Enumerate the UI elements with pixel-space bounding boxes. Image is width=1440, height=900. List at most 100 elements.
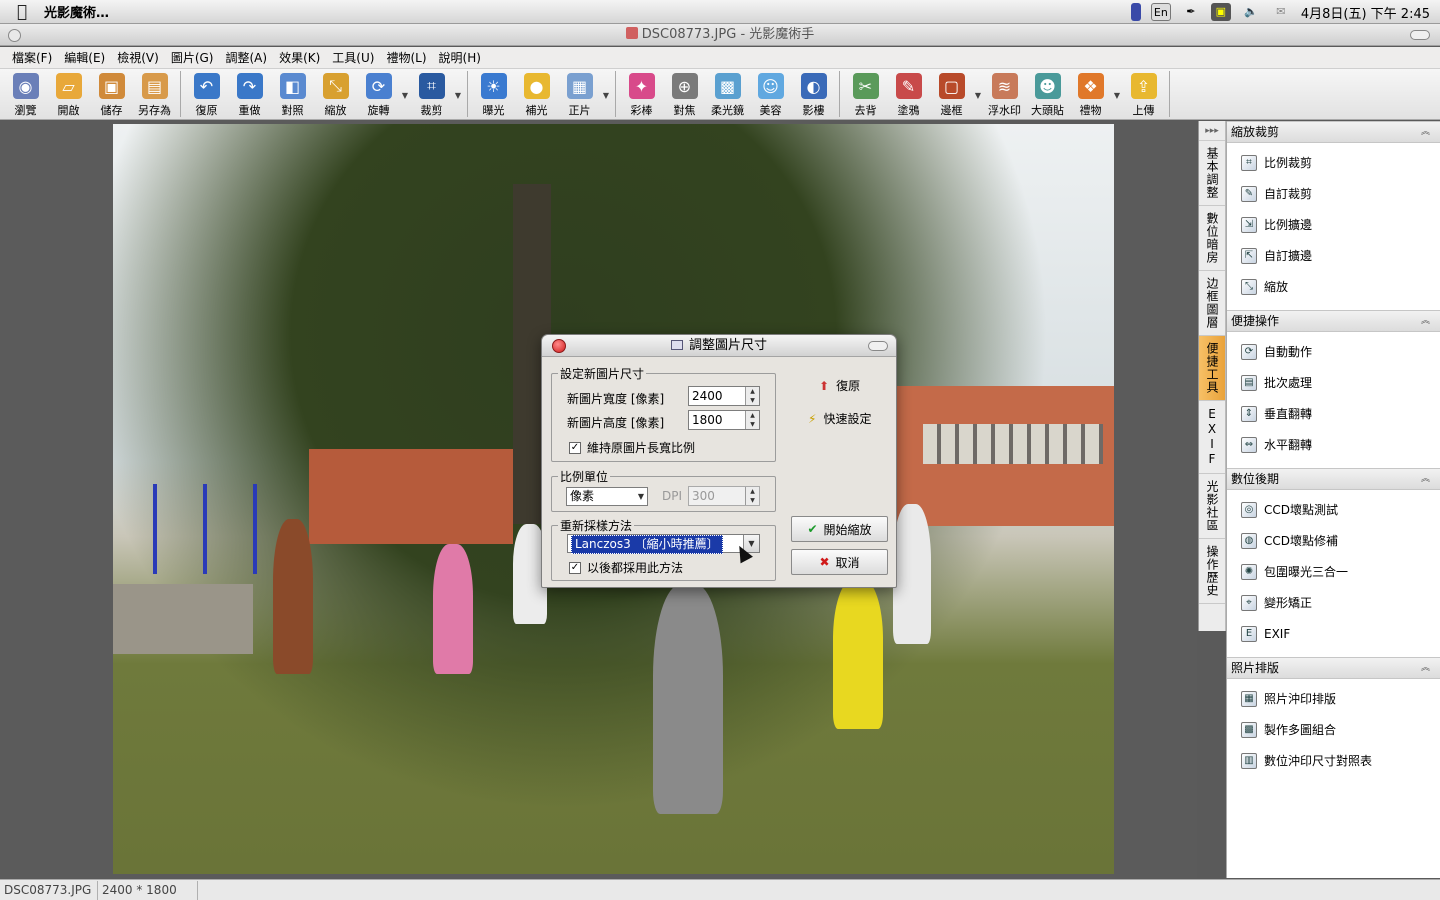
dropdown-arrow-icon[interactable]: ▼ (601, 69, 611, 100)
panel-section-header[interactable]: 照片排版 ︽ (1227, 657, 1440, 679)
side-tab-3[interactable]: 便捷工具 (1199, 336, 1225, 401)
height-spinner[interactable]: 1800 ▲ ▼ (688, 410, 760, 430)
panel-item-hdr[interactable]: ✺ 包圍曝光三合一 (1227, 556, 1440, 587)
keep-ratio-check-icon[interactable]: ✓ (569, 441, 581, 454)
toolbar-button-rotate[interactable]: ⟳ 旋轉 (357, 69, 400, 120)
toolbar-button-focus[interactable]: ⊕ 對焦 (663, 69, 706, 120)
toolbar-button-studio[interactable]: ◐ 影樓 (792, 69, 835, 120)
panel-collapse-grip[interactable]: ▸▸▸ (1199, 121, 1225, 141)
collapse-chevron-icon[interactable]: ︽ (1421, 469, 1430, 489)
menu-item-1[interactable]: 編輯(E) (58, 49, 111, 66)
toolbar-button-soft-light[interactable]: ▩ 柔光鏡 (706, 69, 749, 120)
panel-item-flip-horizontal[interactable]: ⇔ 水平翻轉 (1227, 429, 1440, 460)
panel-item-ratio-expand[interactable]: ⇲ 比例擴邊 (1227, 209, 1440, 240)
always-use-method-checkbox[interactable]: ✓ 以後都採用此方法 (569, 559, 683, 576)
unit-dropdown-arrow-icon[interactable]: ▼ (635, 488, 647, 505)
width-spinner-arrows-icon[interactable]: ▲ ▼ (745, 387, 759, 405)
dropdown-arrow-icon[interactable]: ▼ (1112, 69, 1122, 100)
menubar-clock[interactable]: 4月8日(五) 下午 2:45 (1301, 3, 1430, 22)
height-spinner-arrows-icon[interactable]: ▲ ▼ (745, 411, 759, 429)
dropdown-arrow-icon[interactable]: ▼ (973, 69, 983, 100)
mail-icon[interactable]: ✉ (1271, 3, 1291, 21)
apple-menu-icon[interactable]:  (0, 2, 44, 22)
panel-section-header[interactable]: 便捷操作 ︽ (1227, 310, 1440, 332)
display-icon[interactable]: ▣ (1210, 3, 1231, 21)
toolbar-button-folder-open[interactable]: ▱ 開啟 (47, 69, 90, 120)
dialog-toolbar-toggle[interactable] (868, 341, 888, 351)
dpi-spinner-arrows-icon[interactable]: ▲ ▼ (745, 487, 759, 505)
pen-tool-icon[interactable]: ✒ (1181, 3, 1201, 21)
toolbar-button-redo[interactable]: ↷ 重做 (228, 69, 271, 120)
toolbar-toggle-button[interactable] (1410, 30, 1430, 40)
panel-item-ccd-repair[interactable]: ◍ CCD壞點修補 (1227, 525, 1440, 556)
dropdown-arrow-icon[interactable]: ▼ (400, 69, 410, 100)
panel-item-flip-vertical[interactable]: ⇕ 垂直翻轉 (1227, 398, 1440, 429)
toolbar-button-picture[interactable]: ▦ 正片 (558, 69, 601, 120)
menu-item-8[interactable]: 說明(H) (433, 49, 487, 66)
panel-item-custom-crop[interactable]: ✎ 自訂裁剪 (1227, 178, 1440, 209)
menu-item-0[interactable]: 檔案(F) (6, 49, 58, 66)
width-spinner[interactable]: 2400 ▲ ▼ (688, 386, 760, 406)
menu-item-4[interactable]: 調整(A) (219, 49, 273, 66)
toolbar-button-face[interactable]: ☺ 美容 (749, 69, 792, 120)
panel-section-header[interactable]: 縮放裁剪 ︽ (1227, 121, 1440, 143)
volume-icon[interactable]: 🔈 (1241, 3, 1261, 21)
menu-item-5[interactable]: 效果(K) (273, 49, 326, 66)
toolbar-button-save-as[interactable]: ▤ 另存為 (133, 69, 176, 120)
panel-section-header[interactable]: 數位後期 ︽ (1227, 468, 1440, 490)
toolbar-button-pen[interactable]: ✎ 塗鴉 (887, 69, 930, 120)
menu-item-2[interactable]: 檢視(V) (111, 49, 165, 66)
app-menu-name[interactable]: 光影魔術… (44, 2, 109, 21)
panel-item-distortion[interactable]: ⌖ 變形矯正 (1227, 587, 1440, 618)
collapse-chevron-icon[interactable]: ︽ (1421, 311, 1430, 331)
toolbar-button-gift[interactable]: ❖ 禮物 (1069, 69, 1112, 120)
side-tab-5[interactable]: 光影社區 (1199, 474, 1225, 539)
collapse-chevron-icon[interactable]: ︽ (1421, 658, 1430, 678)
toolbar-button-bulb[interactable]: ● 補光 (515, 69, 558, 120)
panel-item-collage[interactable]: ▩ 製作多圖組合 (1227, 714, 1440, 745)
panel-item-print-layout[interactable]: ▦ 照片沖印排版 (1227, 683, 1440, 714)
menu-item-7[interactable]: 禮物(L) (380, 49, 432, 66)
input-language-indicator[interactable]: En (1150, 3, 1171, 21)
battery-icon[interactable] (1130, 3, 1141, 21)
window-close-button[interactable] (8, 29, 21, 42)
toolbar-button-undo[interactable]: ↶ 復原 (185, 69, 228, 120)
toolbar-button-upload[interactable]: ⇪ 上傳 (1122, 69, 1165, 120)
dropdown-arrow-icon[interactable]: ▼ (453, 69, 463, 100)
toolbar-button-eye[interactable]: ◉ 瀏覽 (4, 69, 47, 120)
panel-item-scale[interactable]: ⤡ 縮放 (1227, 271, 1440, 302)
resample-method-select[interactable]: Lanczos3 〔縮小時推薦〕 ▼ (567, 534, 760, 554)
always-use-check-icon[interactable]: ✓ (569, 561, 581, 574)
side-tab-1[interactable]: 數位暗房 (1199, 206, 1225, 271)
toolbar-button-color-wand[interactable]: ✦ 彩棒 (620, 69, 663, 120)
side-tab-6[interactable]: 操作歷史 (1199, 539, 1225, 604)
toolbar-button-frame[interactable]: ▢ 邊框 (930, 69, 973, 120)
restore-button[interactable]: ⬆ 復原 (819, 377, 860, 394)
keep-ratio-checkbox[interactable]: ✓ 維持原圖片長寬比例 (569, 439, 695, 456)
panel-item-size-table[interactable]: ▥ 數位沖印尺寸對照表 (1227, 745, 1440, 776)
panel-item-ratio-crop[interactable]: ⌗ 比例裁剪 (1227, 147, 1440, 178)
panel-item-auto-action[interactable]: ⟳ 自動動作 (1227, 336, 1440, 367)
start-resize-button[interactable]: ✔ 開始縮放 (791, 516, 888, 542)
toolbar-button-watermark[interactable]: ≋ 浮水印 (983, 69, 1026, 120)
panel-item-ccd-test[interactable]: ◎ CCD壞點測試 (1227, 494, 1440, 525)
dpi-spinner[interactable]: 300 ▲ ▼ (688, 486, 760, 506)
side-tab-0[interactable]: 基本調整 (1199, 141, 1225, 206)
toolbar-button-save[interactable]: ▣ 儲存 (90, 69, 133, 120)
toolbar-button-sticker[interactable]: ☻ 大頭貼 (1026, 69, 1069, 120)
toolbar-button-crop[interactable]: ⌗ 裁剪 (410, 69, 453, 120)
toolbar-button-compare[interactable]: ◧ 對照 (271, 69, 314, 120)
side-tab-2[interactable]: 边框圖層 (1199, 271, 1225, 336)
panel-item-exif[interactable]: E EXIF (1227, 618, 1440, 649)
quick-settings-button[interactable]: ⚡ 快速設定 (808, 410, 871, 427)
toolbar-button-resize[interactable]: ⤡ 縮放 (314, 69, 357, 120)
toolbar-button-remove-bg[interactable]: ✂ 去背 (844, 69, 887, 120)
unit-select[interactable]: 像素 ▼ (566, 487, 648, 506)
collapse-chevron-icon[interactable]: ︽ (1421, 122, 1430, 142)
menu-item-6[interactable]: 工具(U) (326, 49, 380, 66)
panel-item-batch[interactable]: ▤ 批次處理 (1227, 367, 1440, 398)
menu-item-3[interactable]: 圖片(G) (165, 49, 220, 66)
dialog-close-button[interactable] (552, 339, 566, 353)
side-tab-4[interactable]: EXIF (1199, 401, 1225, 474)
cancel-button[interactable]: ✖ 取消 (791, 549, 888, 575)
